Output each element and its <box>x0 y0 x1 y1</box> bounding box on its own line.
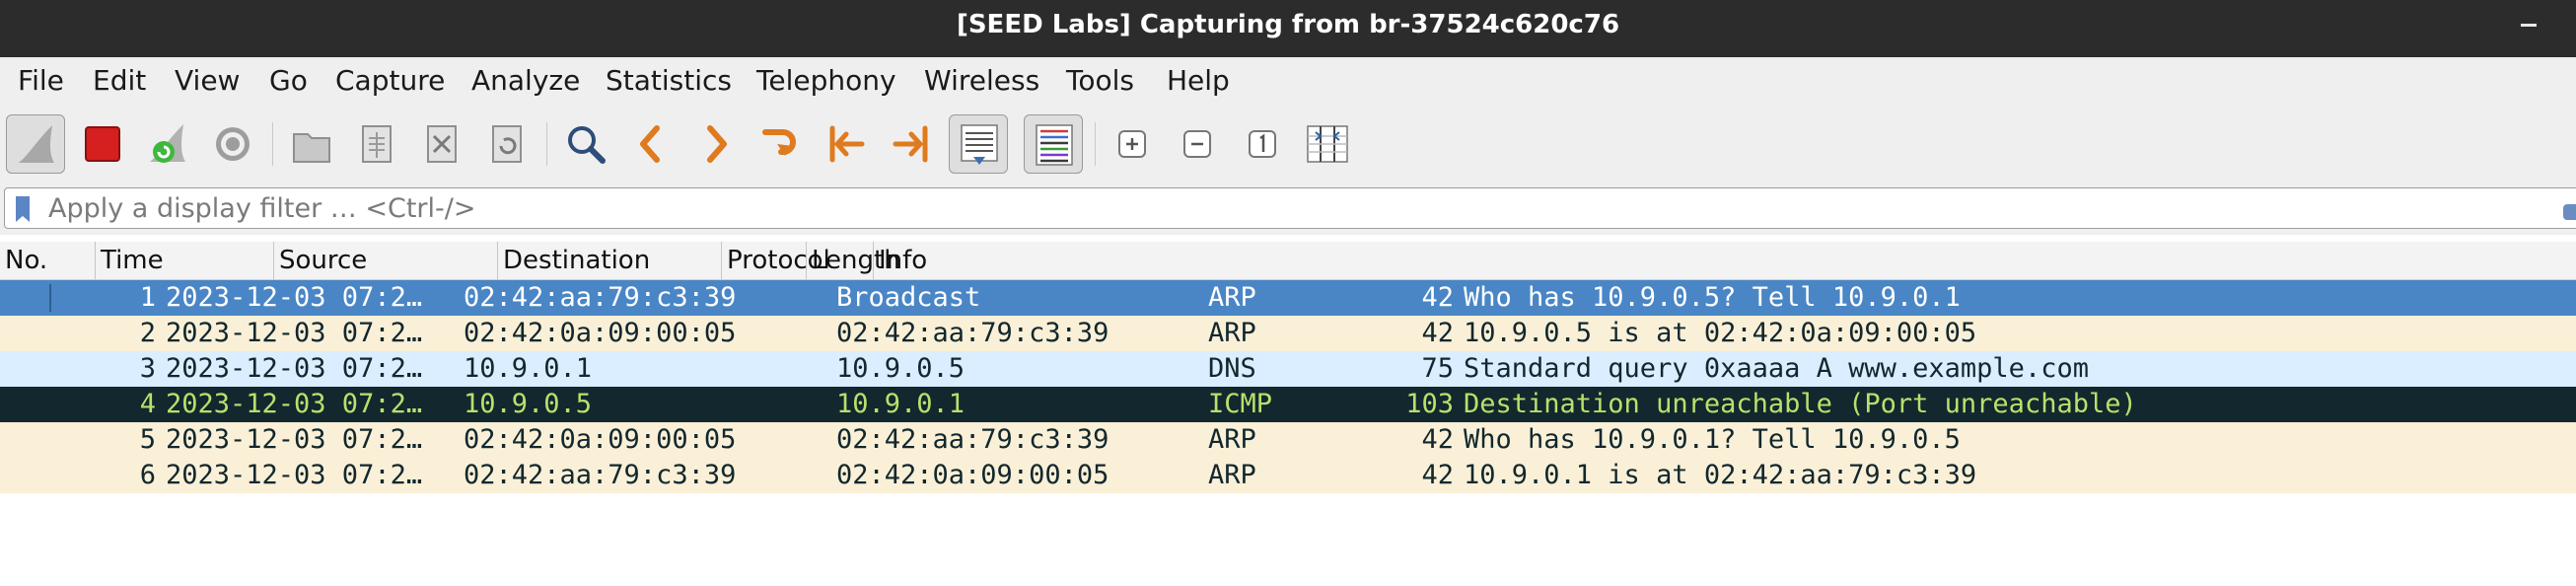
packet-length: 103 <box>1405 389 1454 419</box>
menu-go[interactable]: Go <box>269 57 308 105</box>
packet-length: 75 <box>1421 353 1454 384</box>
packet-destination: 02:42:0a:09:00:05 <box>836 460 1109 490</box>
packet-info: Who has 10.9.0.5? Tell 10.9.0.1 <box>1464 282 1961 313</box>
packet-protocol: DNS <box>1208 353 1256 384</box>
auto-scroll-icon[interactable] <box>949 114 1008 174</box>
packet-info: 10.9.0.5 is at 02:42:0a:09:00:05 <box>1464 318 1977 348</box>
packet-destination: 02:42:aa:79:c3:39 <box>836 424 1109 455</box>
go-forward-icon[interactable] <box>686 114 746 174</box>
menu-bar: File Edit View Go Capture Analyze Statis… <box>0 57 2576 107</box>
packet-source: 02:42:0a:09:00:05 <box>464 318 737 348</box>
packet-time: 2023-12-03 07:2… <box>166 353 423 384</box>
packet-row-5[interactable]: 5 2023-12-03 07:2… 02:42:0a:09:00:05 02:… <box>0 422 2576 458</box>
packet-time: 2023-12-03 07:2… <box>166 460 423 490</box>
packet-source: 02:42:aa:79:c3:39 <box>464 282 737 313</box>
window-title-bar: [SEED Labs] Capturing from br-37524c620c… <box>0 0 2576 57</box>
packet-row-4[interactable]: 4 2023-12-03 07:2… 10.9.0.5 10.9.0.1 ICM… <box>0 387 2576 422</box>
packet-protocol: ARP <box>1208 460 1256 490</box>
packet-destination: Broadcast <box>836 282 981 313</box>
display-filter-box <box>4 187 2576 229</box>
main-toolbar <box>0 107 2576 183</box>
close-file-icon[interactable] <box>412 114 471 174</box>
packet-source: 10.9.0.5 <box>464 389 593 419</box>
menu-tools[interactable]: Tools <box>1066 57 1134 105</box>
packet-length: 42 <box>1421 318 1454 348</box>
menu-capture[interactable]: Capture <box>335 57 445 105</box>
packet-info: Destination unreachable (Port unreachabl… <box>1464 389 2137 419</box>
menu-file[interactable]: File <box>18 57 64 105</box>
go-back-icon[interactable] <box>621 114 680 174</box>
resize-columns-icon[interactable] <box>1298 114 1357 174</box>
packet-info: 10.9.0.1 is at 02:42:aa:79:c3:39 <box>1464 460 1977 490</box>
zoom-in-icon[interactable] <box>1103 114 1162 174</box>
stop-capture-icon[interactable] <box>73 114 132 174</box>
packet-row-1[interactable]: 1 2023-12-03 07:2… 02:42:aa:79:c3:39 Bro… <box>0 280 2576 316</box>
packet-length: 42 <box>1421 460 1454 490</box>
window-title: [SEED Labs] Capturing from br-37524c620c… <box>956 10 1620 39</box>
minimize-button[interactable] <box>2521 24 2537 27</box>
packet-no: 2 <box>139 318 156 348</box>
packet-no: 1 <box>139 282 156 313</box>
packet-no: 3 <box>139 353 156 384</box>
display-filter-bar <box>0 182 2576 235</box>
reload-file-icon[interactable] <box>477 114 537 174</box>
column-header-length[interactable]: Length <box>807 242 900 279</box>
packet-list-header: No. Time Source Destination Protocol Len… <box>0 242 2576 280</box>
menu-help[interactable]: Help <box>1167 57 1230 105</box>
restart-capture-icon[interactable] <box>138 114 197 174</box>
find-packet-icon[interactable] <box>556 114 615 174</box>
column-header-no[interactable]: No. <box>0 242 96 279</box>
packet-length: 42 <box>1421 282 1454 313</box>
packet-time: 2023-12-03 07:2… <box>166 389 423 419</box>
column-header-info[interactable]: Info <box>874 242 2576 279</box>
menu-view[interactable]: View <box>175 57 240 105</box>
open-file-icon[interactable] <box>282 114 341 174</box>
packet-row-3[interactable]: 3 2023-12-03 07:2… 10.9.0.1 10.9.0.5 DNS… <box>0 351 2576 387</box>
packet-info: Who has 10.9.0.1? Tell 10.9.0.5 <box>1464 424 1961 455</box>
menu-statistics[interactable]: Statistics <box>606 57 732 105</box>
packet-protocol: ICMP <box>1208 389 1273 419</box>
last-packet-icon[interactable] <box>882 114 941 174</box>
packet-row-6[interactable]: 6 2023-12-03 07:2… 02:42:aa:79:c3:39 02:… <box>0 458 2576 493</box>
normal-size-icon[interactable] <box>1233 114 1292 174</box>
column-header-protocol[interactable]: Protocol <box>722 242 830 279</box>
packet-time: 2023-12-03 07:2… <box>166 318 423 348</box>
go-to-packet-icon[interactable] <box>751 114 811 174</box>
packet-source: 10.9.0.1 <box>464 353 593 384</box>
packet-destination: 10.9.0.1 <box>836 389 966 419</box>
column-header-source[interactable]: Source <box>274 242 498 279</box>
packet-source: 02:42:0a:09:00:05 <box>464 424 737 455</box>
packet-time: 2023-12-03 07:2… <box>166 282 423 313</box>
shark-fin-start-icon[interactable] <box>6 114 65 174</box>
save-file-icon[interactable] <box>347 114 406 174</box>
packet-info: Standard query 0xaaaa A www.example.com <box>1464 353 2089 384</box>
menu-wireless[interactable]: Wireless <box>924 57 1039 105</box>
display-filter-input[interactable] <box>48 188 2514 228</box>
column-header-time[interactable]: Time <box>96 242 274 279</box>
packet-destination: 10.9.0.5 <box>836 353 966 384</box>
zoom-out-icon[interactable] <box>1168 114 1227 174</box>
packet-time: 2023-12-03 07:2… <box>166 424 423 455</box>
filter-apply-arrow-icon[interactable] <box>2563 204 2576 220</box>
packet-protocol: ARP <box>1208 282 1256 313</box>
filter-bookmark-icon[interactable] <box>15 195 31 223</box>
first-packet-icon[interactable] <box>817 114 876 174</box>
menu-analyze[interactable]: Analyze <box>471 57 580 105</box>
packet-source: 02:42:aa:79:c3:39 <box>464 460 737 490</box>
menu-telephony[interactable]: Telephony <box>756 57 896 105</box>
menu-edit[interactable]: Edit <box>93 57 146 105</box>
colorize-icon[interactable] <box>1024 114 1083 174</box>
packet-destination: 02:42:aa:79:c3:39 <box>836 318 1109 348</box>
column-header-destination[interactable]: Destination <box>498 242 722 279</box>
packet-no: 5 <box>139 424 156 455</box>
packet-length: 42 <box>1421 424 1454 455</box>
packet-no: 6 <box>139 460 156 490</box>
packet-protocol: ARP <box>1208 318 1256 348</box>
packet-protocol: ARP <box>1208 424 1256 455</box>
packet-row-2[interactable]: 2 2023-12-03 07:2… 02:42:0a:09:00:05 02:… <box>0 316 2576 351</box>
packet-no: 4 <box>139 389 156 419</box>
capture-options-gear-icon[interactable] <box>203 114 262 174</box>
